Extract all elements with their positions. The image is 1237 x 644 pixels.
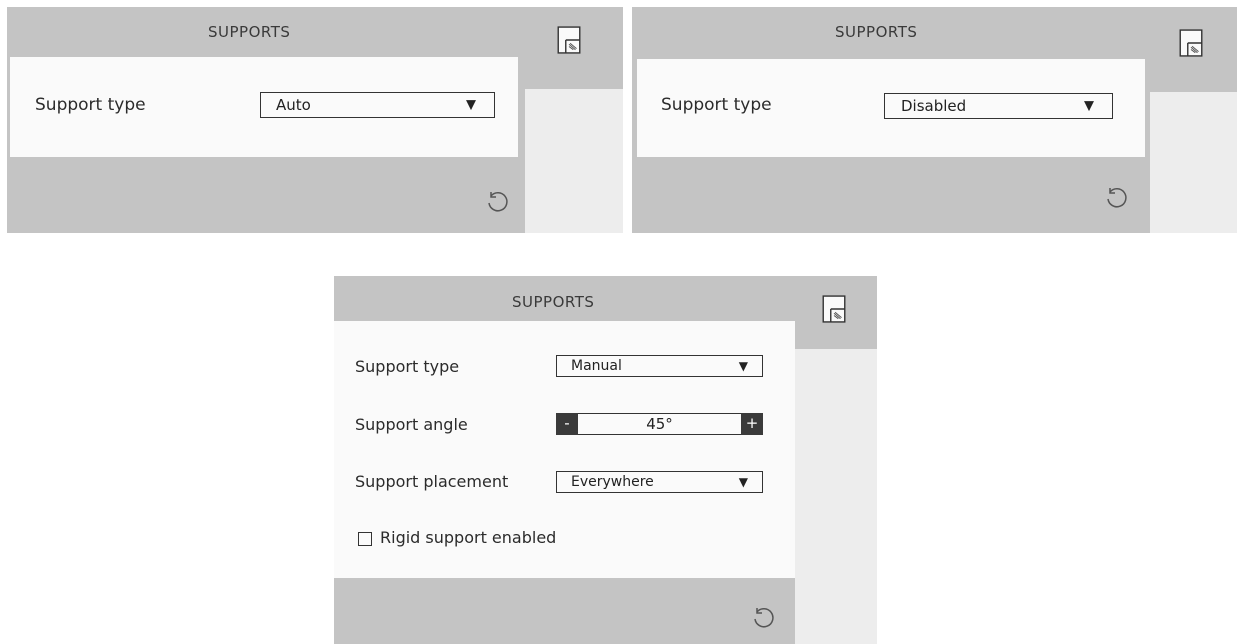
supports-panel-disabled: SUPPORTS Support type Disabled ▼ <box>632 7 1150 233</box>
side-area-light <box>795 349 877 644</box>
chevron-down-icon: ▼ <box>1084 98 1094 114</box>
layer-panel-icon[interactable] <box>557 26 581 54</box>
layer-panel-icon[interactable] <box>1179 29 1203 57</box>
support-type-label: Support type <box>35 95 146 115</box>
support-type-value: Disabled <box>901 97 967 115</box>
chevron-down-icon: ▼ <box>738 359 748 373</box>
panel-title: SUPPORTS <box>835 23 918 41</box>
support-placement-label: Support placement <box>355 472 509 491</box>
chevron-down-icon: ▼ <box>738 475 748 489</box>
support-angle-value[interactable]: 45° <box>557 415 762 433</box>
side-area-light <box>526 89 623 233</box>
rigid-support-checkbox[interactable] <box>358 532 372 546</box>
support-type-value: Auto <box>276 96 311 114</box>
reset-icon[interactable] <box>751 606 775 630</box>
reset-icon[interactable] <box>485 190 509 214</box>
panel-content: Support type Disabled ▼ <box>637 59 1145 157</box>
support-type-select[interactable]: Auto ▼ <box>260 92 495 118</box>
support-type-select[interactable]: Manual ▼ <box>556 355 763 377</box>
reset-icon[interactable] <box>1104 186 1128 210</box>
support-placement-select[interactable]: Everywhere ▼ <box>556 471 763 493</box>
panel-title: SUPPORTS <box>208 23 291 41</box>
side-area-light <box>1150 92 1237 233</box>
support-type-select[interactable]: Disabled ▼ <box>884 93 1113 119</box>
support-angle-label: Support angle <box>355 415 468 434</box>
panel-title: SUPPORTS <box>512 293 595 311</box>
support-angle-stepper[interactable]: - 45° + <box>556 413 763 435</box>
layer-panel-icon[interactable] <box>822 295 846 323</box>
chevron-down-icon: ▼ <box>466 97 476 113</box>
panel-content: Support type Manual ▼ Support angle - 45… <box>334 321 795 578</box>
support-type-label: Support type <box>355 357 460 376</box>
support-type-value: Manual <box>571 358 622 374</box>
support-type-label: Support type <box>661 95 772 115</box>
rigid-support-label[interactable]: Rigid support enabled <box>380 528 556 547</box>
supports-panel-auto: SUPPORTS Support type Auto ▼ <box>7 7 526 233</box>
supports-panel-manual: SUPPORTS Support type Manual ▼ Support a… <box>334 276 795 644</box>
panel-content: Support type Auto ▼ <box>10 57 518 157</box>
support-placement-value: Everywhere <box>571 474 654 490</box>
increment-button[interactable]: + <box>741 413 763 435</box>
